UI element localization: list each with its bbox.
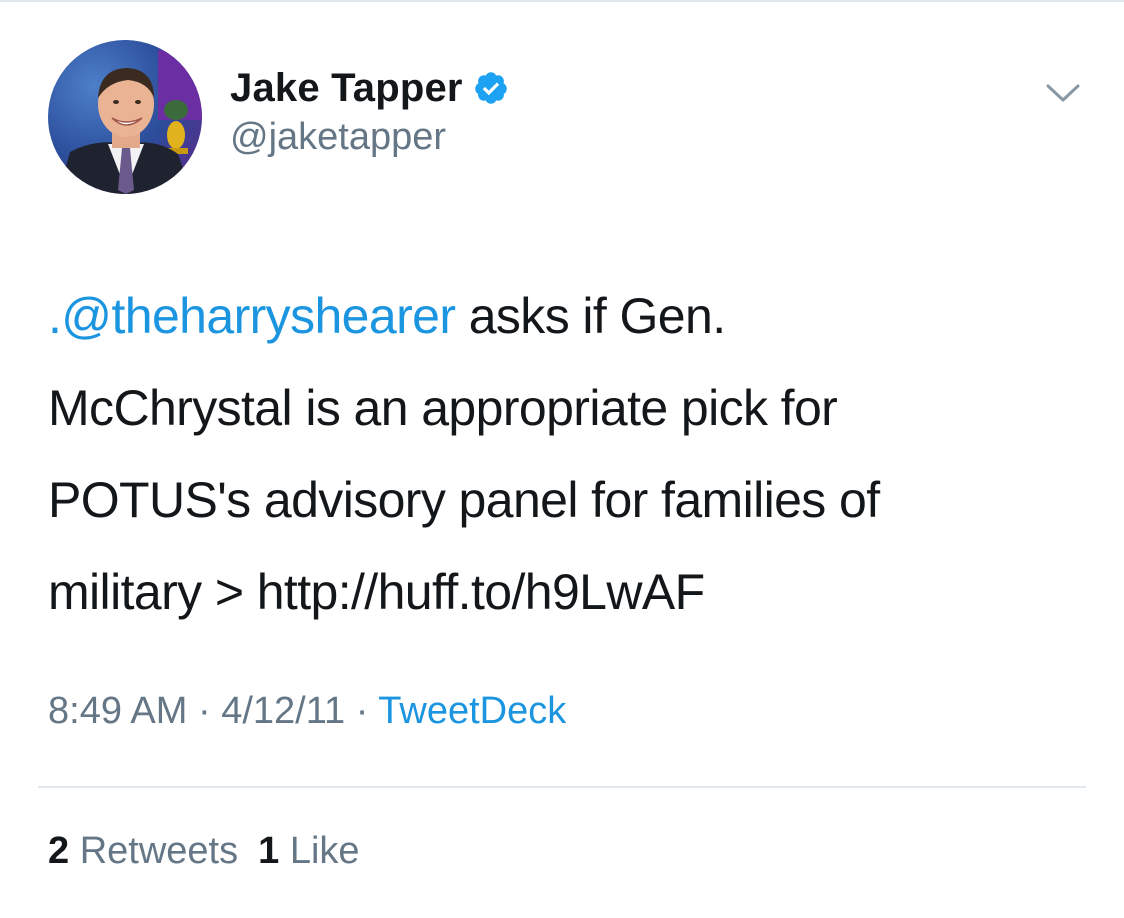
- verified-badge-icon: [474, 72, 507, 104]
- likes-count: 1: [258, 830, 280, 872]
- retweets-count: 2: [48, 830, 70, 872]
- tweet-line-1-text: asks if Gen.: [455, 288, 726, 344]
- tweet-date[interactable]: 4/12/11: [221, 690, 345, 732]
- likes-label: Like: [289, 830, 360, 872]
- tweet-line-3: POTUS's advisory panel for families of: [48, 472, 880, 528]
- tweet-stats: 2 Retweets 1 Like: [48, 830, 360, 873]
- likes-stat[interactable]: 1 Like: [258, 830, 359, 872]
- meta-separator: ·: [187, 690, 222, 732]
- chevron-down-icon[interactable]: [1040, 76, 1086, 110]
- author-handle[interactable]: @jaketapper: [230, 116, 446, 159]
- top-divider: [0, 0, 1124, 2]
- retweets-stat[interactable]: 2 Retweets: [48, 830, 238, 872]
- mention-link[interactable]: .@theharryshearer: [48, 288, 456, 344]
- meta-separator: ·: [345, 690, 379, 732]
- retweets-label: Retweets: [79, 830, 239, 872]
- stats-divider: [38, 786, 1086, 788]
- tweet-time[interactable]: 8:49 AM: [48, 690, 187, 732]
- tweet-text: .@theharryshearer asks if Gen. McChrysta…: [48, 270, 1088, 638]
- avatar[interactable]: [48, 40, 202, 194]
- display-name[interactable]: Jake Tapper: [230, 66, 463, 111]
- author-name-row[interactable]: Jake Tapper: [230, 62, 509, 114]
- tweet-line-1: .@theharryshearer asks if Gen.: [48, 270, 1088, 362]
- tweet-line-2: McChrystal is an appropriate pick for: [48, 380, 838, 436]
- tweet-metadata: 8:49 AM · 4/12/11 · TweetDeck: [48, 690, 566, 733]
- avatar-image: [48, 40, 202, 194]
- tweet-source-link[interactable]: TweetDeck: [378, 690, 566, 732]
- tweet-line-4: military > http://huff.to/h9LwAF: [48, 564, 705, 620]
